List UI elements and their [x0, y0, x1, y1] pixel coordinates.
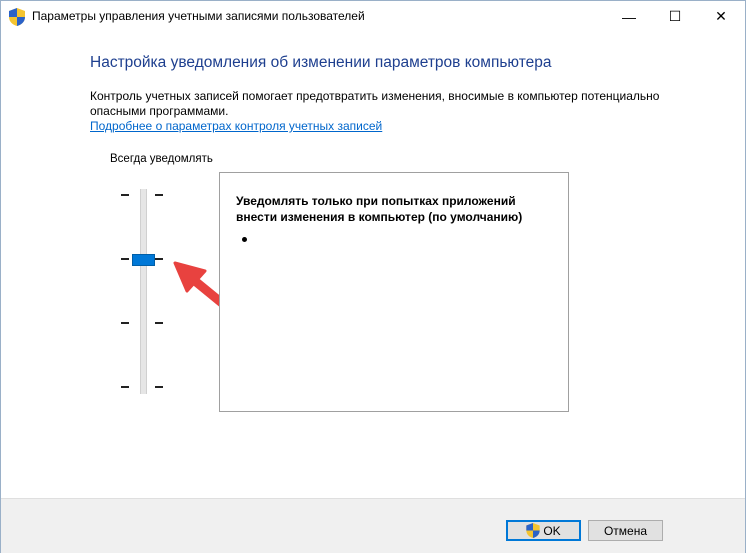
slider-tick-right [155, 322, 163, 324]
uac-settings-window: Параметры управления учетными записями п… [0, 0, 746, 553]
close-button[interactable]: ✕ [698, 1, 744, 32]
slider-tick-left [121, 258, 129, 260]
level-description-box: Уведомлять только при попытках приложени… [219, 172, 569, 412]
uac-shield-icon [9, 8, 25, 26]
slider-top-label: Всегда уведомлять [110, 153, 213, 165]
slider-tick-right [155, 258, 163, 260]
bullet-point [242, 237, 247, 242]
maximize-icon: ☐ [668, 8, 682, 24]
uac-shield-icon [526, 523, 540, 538]
cancel-button[interactable]: Отмена [588, 520, 663, 541]
window-title: Параметры управления учетными записями п… [32, 9, 365, 23]
ok-label: OK [543, 523, 561, 538]
ok-button[interactable]: OK [506, 520, 581, 541]
slider-thumb[interactable] [132, 254, 155, 266]
title-bar[interactable]: Параметры управления учетными записями п… [1, 1, 745, 32]
learn-more-link[interactable]: Подробнее о параметрах контроля учетных … [90, 119, 382, 133]
page-heading: Настройка уведомления об изменении парам… [90, 54, 552, 71]
slider-tick-right [155, 194, 163, 196]
maximize-button[interactable]: ☐ [652, 1, 698, 32]
dialog-footer: OK Отмена [1, 498, 745, 553]
slider-tick-left [121, 322, 129, 324]
minimize-button[interactable]: — [606, 1, 652, 32]
slider-tick-left [121, 194, 129, 196]
slider-tick-right [155, 386, 163, 388]
minimize-icon: — [622, 8, 636, 25]
notification-level-slider[interactable] [140, 189, 147, 394]
description-text: Контроль учетных записей помогает предот… [90, 89, 660, 118]
close-icon: ✕ [715, 8, 727, 24]
slider-tick-left [121, 386, 129, 388]
cancel-label: Отмена [603, 523, 648, 538]
level-description-title: Уведомлять только при попытках приложени… [236, 194, 523, 224]
